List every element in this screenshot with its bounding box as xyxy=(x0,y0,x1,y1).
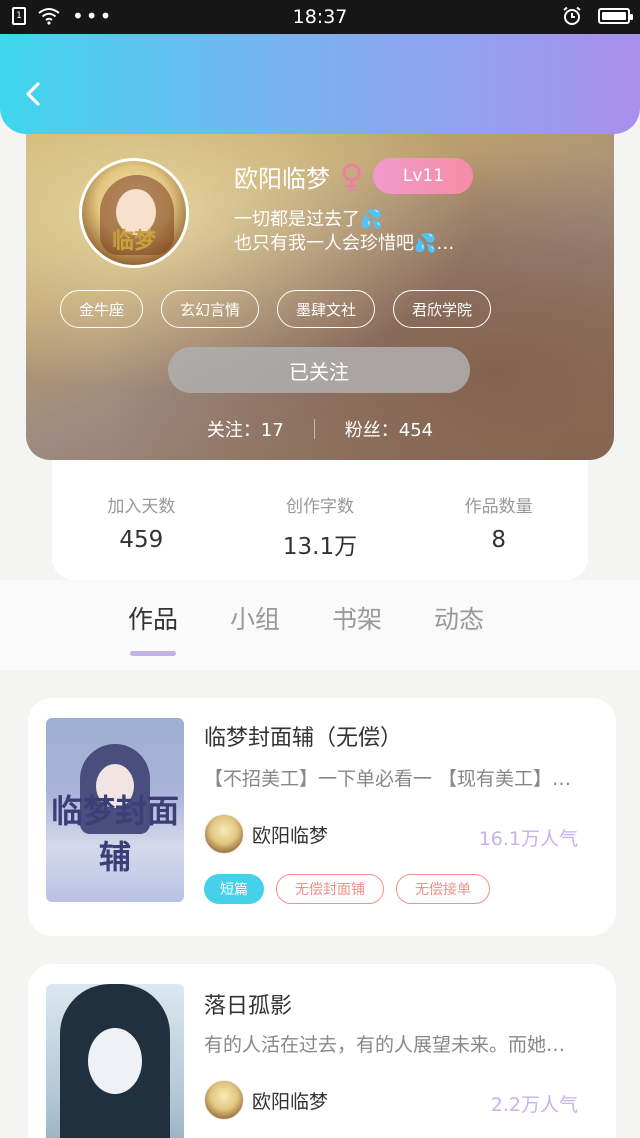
stat-label: 作品数量 xyxy=(464,497,533,517)
author-avatar xyxy=(204,814,244,854)
following-count[interactable]: 关注：17 xyxy=(207,416,284,442)
work-title[interactable]: 落日孤影 xyxy=(204,988,292,1020)
work-author[interactable]: 欧阳临梦 xyxy=(204,814,328,854)
female-icon: ♀ xyxy=(340,157,364,195)
stat-join-days: 加入天数 459 xyxy=(52,458,231,580)
work-cover[interactable] xyxy=(46,984,184,1138)
author-avatar xyxy=(204,1080,244,1120)
follow-button[interactable]: 已关注 xyxy=(168,347,470,393)
tag-badge[interactable]: 无偿封面铺 xyxy=(276,874,384,904)
genre-badge: 短篇 xyxy=(204,874,264,904)
back-arrow-icon[interactable] xyxy=(20,80,48,108)
stat-word-count: 创作字数 13.1万 xyxy=(231,458,410,580)
follow-counts: 关注：17 粉丝：454 xyxy=(26,416,614,442)
profile-tag[interactable]: 金牛座 xyxy=(60,290,144,328)
tab-groups[interactable]: 小组 xyxy=(230,600,280,636)
work-title[interactable]: 临梦封面辅（无偿） xyxy=(204,720,402,752)
work-card[interactable]: 落日孤影 有的人活在过去，有的人展望未来。而她… 欧阳临梦 2.2万人气 xyxy=(28,964,616,1138)
profile-card: 临梦 欧阳临梦 ♀ Lv11 一切都是过去了💦 也只有我一人会珍惜吧💦… 金牛座… xyxy=(26,110,614,460)
stat-value: 8 xyxy=(491,527,506,553)
alarm-icon xyxy=(563,6,581,25)
author-name: 欧阳临梦 xyxy=(252,1090,329,1113)
bio-line: 一切都是过去了💦 xyxy=(234,209,383,230)
stat-label: 加入天数 xyxy=(107,497,176,517)
level-badge: Lv11 xyxy=(373,158,474,194)
stat-works-count: 作品数量 8 xyxy=(409,458,588,580)
bio-line: 也只有我一人会珍惜吧💦… xyxy=(234,233,455,254)
cover-text: 临梦封面辅 xyxy=(50,792,179,876)
stat-label: 创作字数 xyxy=(286,497,354,517)
author-name: 欧阳临梦 xyxy=(252,824,329,847)
stat-value: 459 xyxy=(119,527,164,553)
user-name: 欧阳临梦 xyxy=(234,164,330,193)
work-description: 有的人活在过去，有的人展望未来。而她… xyxy=(204,1034,566,1056)
stats-panel: 加入天数 459 创作字数 13.1万 作品数量 8 xyxy=(52,458,588,580)
avatar[interactable]: 临梦 xyxy=(79,158,189,268)
stat-value: 13.1万 xyxy=(282,534,358,560)
profile-tag[interactable]: 君欣学院 xyxy=(393,290,492,328)
popularity-count: 2.2万人气 xyxy=(490,1094,578,1116)
profile-tag[interactable]: 玄幻言情 xyxy=(161,290,260,328)
popularity-count: 16.1万人气 xyxy=(478,828,578,850)
profile-tags: 金牛座 玄幻言情 墨肆文社 君欣学院 xyxy=(60,290,492,328)
work-cover[interactable]: 临梦封面辅 xyxy=(46,718,184,902)
work-author[interactable]: 欧阳临梦 xyxy=(204,1080,328,1120)
work-card[interactable]: 临梦封面辅 临梦封面辅（无偿） 【不招美工】一下单必看一 【现有美工】… 欧阳临… xyxy=(28,698,616,936)
tab-activity[interactable]: 动态 xyxy=(434,600,484,636)
avatar-text: 临梦 xyxy=(111,228,156,254)
tab-bookshelf[interactable]: 书架 xyxy=(332,600,382,636)
header-bar xyxy=(0,34,640,134)
battery-icon xyxy=(598,8,633,24)
status-bar: 1 ••• 18:37 xyxy=(0,0,640,34)
tab-bar: 作品 小组 书架 动态 xyxy=(0,580,640,670)
status-time: 18:37 xyxy=(292,6,348,28)
divider xyxy=(313,419,315,439)
tab-works[interactable]: 作品 xyxy=(128,600,178,656)
tag-badge[interactable]: 无偿接单 xyxy=(396,874,490,904)
work-badges: 短篇 无偿封面铺 无偿接单 xyxy=(204,874,490,904)
profile-tag[interactable]: 墨肆文社 xyxy=(277,290,376,328)
user-bio: 一切都是过去了💦 也只有我一人会珍惜吧💦… xyxy=(234,208,454,256)
fans-count[interactable]: 粉丝：454 xyxy=(345,416,433,442)
work-description: 【不招美工】一下单必看一 【现有美工】… xyxy=(204,768,572,790)
